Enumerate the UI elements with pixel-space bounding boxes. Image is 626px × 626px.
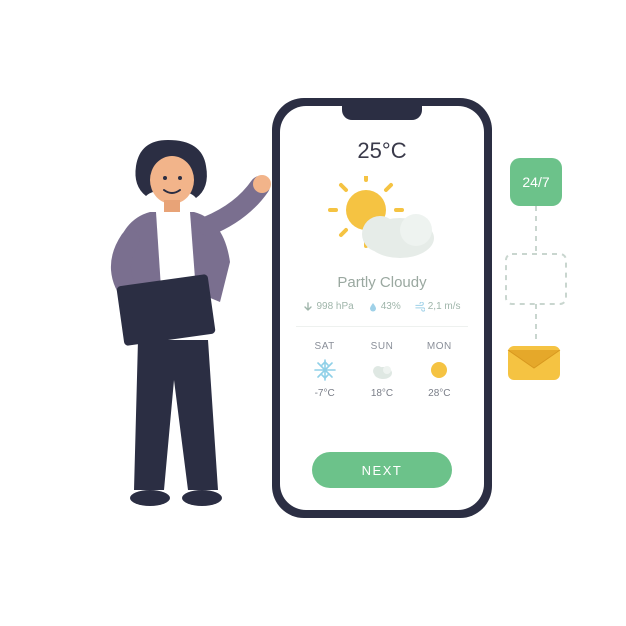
availability-text: 24/7 [522,174,549,190]
wind-metric: 2,1 m/s [415,301,461,312]
droplet-icon [368,302,378,312]
forecast-temp: 18°C [371,388,393,399]
next-button[interactable]: NEXT [312,452,452,488]
forecast-day-label: SUN [371,341,394,352]
forecast-day-label: SAT [315,341,335,352]
wind-value: 2,1 m/s [428,301,461,312]
forecast-day-sat[interactable]: SAT -7°C [300,341,350,399]
forecast-temp: -7°C [315,388,335,399]
forecast-day-mon[interactable]: MON 28°C [414,341,464,399]
divider [296,326,468,327]
forecast-day-label: MON [427,341,452,352]
availability-badge: 24/7 [510,158,562,206]
humidity-metric: 43% [368,301,401,312]
current-temperature: 25°C [357,138,406,164]
phone-notch [342,106,422,120]
forecast-temp: 28°C [428,388,450,399]
cloud-icon [370,358,394,382]
wind-icon [415,302,425,312]
person-illustration [80,130,280,510]
humidity-value: 43% [381,301,401,312]
pressure-value: 998 hPa [316,301,353,312]
sun-icon [427,358,451,382]
forecast-row: SAT -7°C SUN [296,341,468,399]
connector-lines [498,200,578,360]
metrics-row: 998 hPa 43% 2,1 m/s [303,301,460,312]
forecast-day-sun[interactable]: SUN 18°C [357,341,407,399]
weather-app-screen: 25°C [280,106,484,510]
pressure-metric: 998 hPa [303,301,353,312]
weather-condition-icon [322,176,442,266]
condition-label: Partly Cloudy [337,274,426,291]
arrow-down-icon [303,302,313,312]
mail-icon [506,340,562,382]
snow-icon [313,358,337,382]
phone-frame: 25°C [272,98,492,518]
